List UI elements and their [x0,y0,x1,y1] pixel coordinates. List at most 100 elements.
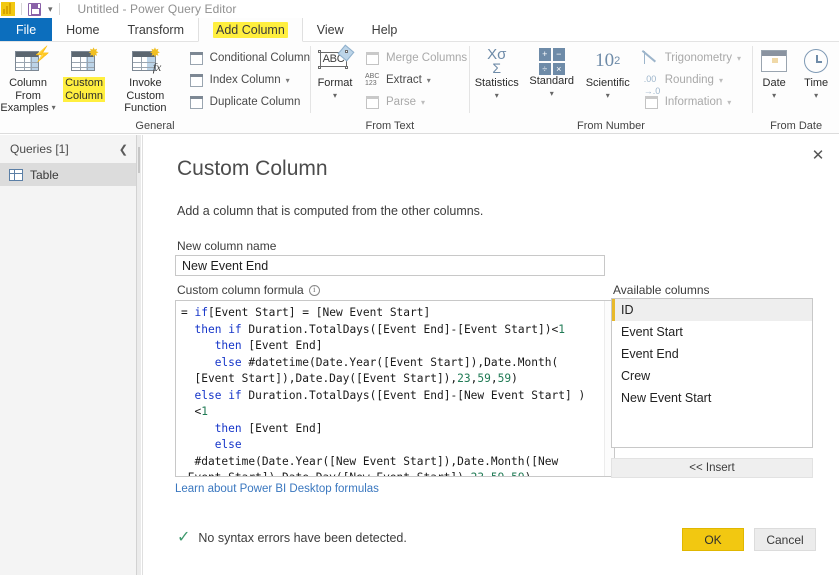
learn-formulas-link[interactable]: Learn about Power BI Desktop formulas [175,483,379,495]
format-label: Format [317,77,353,89]
formula-line: then if Duration.TotalDays([Event End]-[… [181,322,614,339]
chevron-down-icon[interactable]: ▾ [427,76,431,85]
formula-token: ) [525,471,532,476]
rounding-button[interactable]: .00 →.0 Rounding ▾ [642,69,741,95]
statistics-label: Statistics [474,77,519,89]
available-column-item[interactable]: Crew [612,365,812,387]
available-columns-label: Available columns [613,283,710,297]
column-from-examples-label-1: Column From [9,77,47,102]
merge-columns-button[interactable]: Merge Columns [363,47,467,69]
chevron-left-icon[interactable]: ❮ [119,143,128,156]
window-title: Untitled - Power Query Editor [77,2,237,16]
extract-label: Extract [386,74,422,86]
date-button[interactable]: Date ▾ [753,46,795,102]
chevron-down-icon[interactable]: ▾ [727,98,731,107]
formula-token: , [490,372,498,385]
tab-transform[interactable]: Transform [114,18,199,41]
scientific-button[interactable]: 10 2 Scientific ▾ [580,46,636,102]
table-icon [9,168,23,181]
chevron-down-icon[interactable]: ▾ [421,98,425,107]
chevron-down-icon[interactable]: ▾ [719,76,723,85]
close-icon[interactable]: ✕ [803,141,833,169]
pane-splitter[interactable] [137,135,141,575]
duplicate-column-button[interactable]: Duplicate Column [187,91,310,113]
insert-button[interactable]: << Insert [611,458,813,478]
time-label: Time [804,77,829,89]
conditional-column-button[interactable]: Conditional Column [187,47,310,69]
index-column-button[interactable]: Index Column ▾ [187,69,310,91]
chevron-down-icon[interactable]: ▾ [606,90,610,103]
information-button[interactable]: Information ▾ [642,91,741,113]
parse-label: Parse [386,96,417,108]
save-icon[interactable] [28,2,41,16]
table-star-icon: ✸ [69,45,100,74]
merge-columns-icon [365,51,381,66]
tab-help[interactable]: Help [358,18,412,41]
available-column-label: Crew [621,369,651,383]
custom-column-button[interactable]: ✸ Custom Column [56,46,112,102]
statistics-button[interactable]: Xσ Σ Statistics ▾ [470,46,524,102]
time-button[interactable]: Time ▾ [795,46,837,102]
custom-column-formula-input[interactable]: = if[Event Start] = [New Event Start] th… [175,300,615,477]
formula-token: #datetime(Date.Year([New Event Start]),D… [181,454,559,468]
customize-quick-access-icon[interactable]: ▾ [48,4,53,15]
tab-file[interactable]: File [0,18,53,41]
formula-token: ) [511,372,518,385]
available-column-item[interactable]: Event Start [612,321,812,343]
chevron-down-icon[interactable]: ▾ [286,76,290,85]
chevron-down-icon[interactable]: ▾ [737,54,741,63]
custom-column-formula-label: Custom column formula [177,283,304,297]
column-from-examples-button[interactable]: ⚡ Column From Examples ▾ [0,46,56,115]
ribbon-group-from-text-label: From Text [365,119,415,132]
formula-keyword: else [194,388,222,402]
available-column-item[interactable]: New Event Start [612,387,812,409]
parse-button[interactable]: Parse ▾ [363,91,467,113]
available-column-item[interactable]: Event End [612,343,812,365]
chevron-down-icon[interactable]: ▾ [772,90,776,103]
formula-number: 1 [201,405,208,418]
formula-line: = if[Event Start] = [New Event Start] [181,305,614,322]
extract-button[interactable]: ABC 123 Extract ▾ [363,69,467,91]
query-item-table[interactable]: Table [0,163,136,186]
queries-title: Queries [1] [10,142,69,156]
chevron-down-icon[interactable]: ▾ [814,90,818,103]
titlebar-divider-2 [58,3,60,15]
power-query-editor-window: ▾ Untitled - Power Query Editor File Hom… [0,0,839,575]
available-column-label: ID [621,303,634,317]
tab-home[interactable]: Home [52,18,113,41]
general-small-buttons: Conditional Column Index Column ▾ Duplic… [187,46,310,113]
formula-text: = if[Event Start] = [New Event Start] th… [176,301,614,476]
ribbon-group-from-number-label: From Number [577,119,645,132]
formula-number: 59 [491,471,504,476]
tab-add-column[interactable]: Add Column [198,18,303,42]
available-column-item[interactable]: ID [612,299,812,321]
tab-add-column-label: Add Column [213,21,288,38]
conditional-column-label: Conditional Column [209,52,311,64]
invoke-custom-function-button[interactable]: ✸ fx Invoke Custom Function [112,46,179,115]
chevron-down-icon[interactable]: ▾ [333,90,337,103]
chevron-down-icon[interactable]: ▾ [52,102,56,115]
info-icon[interactable]: i [308,284,320,296]
format-button[interactable]: ABC Format ▾ [311,44,359,103]
statistics-sigma-icon: Xσ Σ [487,46,507,76]
trigonometry-button[interactable]: Trigonometry ▾ [642,47,741,69]
cancel-button[interactable]: Cancel [754,528,816,551]
index-column-label: Index Column [209,74,281,86]
formula-token: Duration.TotalDays([Event End]-[New Even… [241,388,586,402]
tab-help-label: Help [371,22,398,37]
standard-button[interactable]: + − ÷ × Standard ▾ [524,46,580,100]
duplicate-column-icon [189,95,205,110]
tab-transform-label: Transform [127,22,185,37]
chevron-down-icon[interactable]: ▾ [550,88,554,101]
chevron-down-icon[interactable]: ▾ [495,90,499,103]
tab-view[interactable]: View [303,18,358,41]
from-number-small-buttons: Trigonometry ▾ .00 →.0 Rounding ▾ Informa… [642,46,741,113]
available-columns-list[interactable]: ID Event Start Event End Crew New Event Star… [611,298,813,448]
ok-button[interactable]: OK [682,528,744,551]
parse-icon [365,95,381,110]
information-icon [644,95,660,110]
star-icon: ✸ [88,45,100,60]
fx-icon: fx [152,59,162,74]
new-column-name-input[interactable]: New Event End [175,255,605,276]
formula-keyword: if [228,388,242,402]
